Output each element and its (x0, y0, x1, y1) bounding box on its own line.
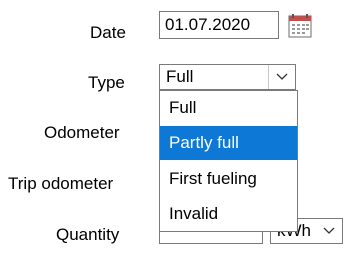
chevron-down-icon[interactable] (320, 219, 338, 243)
type-option-invalid[interactable]: Invalid (160, 197, 297, 231)
type-option-partly-full[interactable]: Partly full (160, 126, 297, 160)
chevron-down-icon[interactable] (268, 65, 295, 89)
trip-odometer-label: Trip odometer (8, 174, 114, 193)
calendar-icon[interactable] (288, 14, 312, 38)
date-label: Date (90, 23, 126, 42)
quantity-label: Quantity (56, 225, 120, 244)
type-label: Type (88, 73, 125, 92)
type-dropdown-list: Full Partly full First fueling Invalid (159, 90, 298, 232)
type-select-value: Full (166, 67, 194, 86)
type-option-first-fueling[interactable]: First fueling (160, 162, 297, 196)
odometer-label: Odometer (44, 123, 120, 142)
fueling-form: Date 01.07.2020 Type Full Odometer Trip … (0, 0, 358, 254)
type-option-full[interactable]: Full (160, 91, 297, 125)
date-field[interactable]: 01.07.2020 (159, 11, 279, 39)
type-select[interactable]: Full (159, 64, 296, 90)
